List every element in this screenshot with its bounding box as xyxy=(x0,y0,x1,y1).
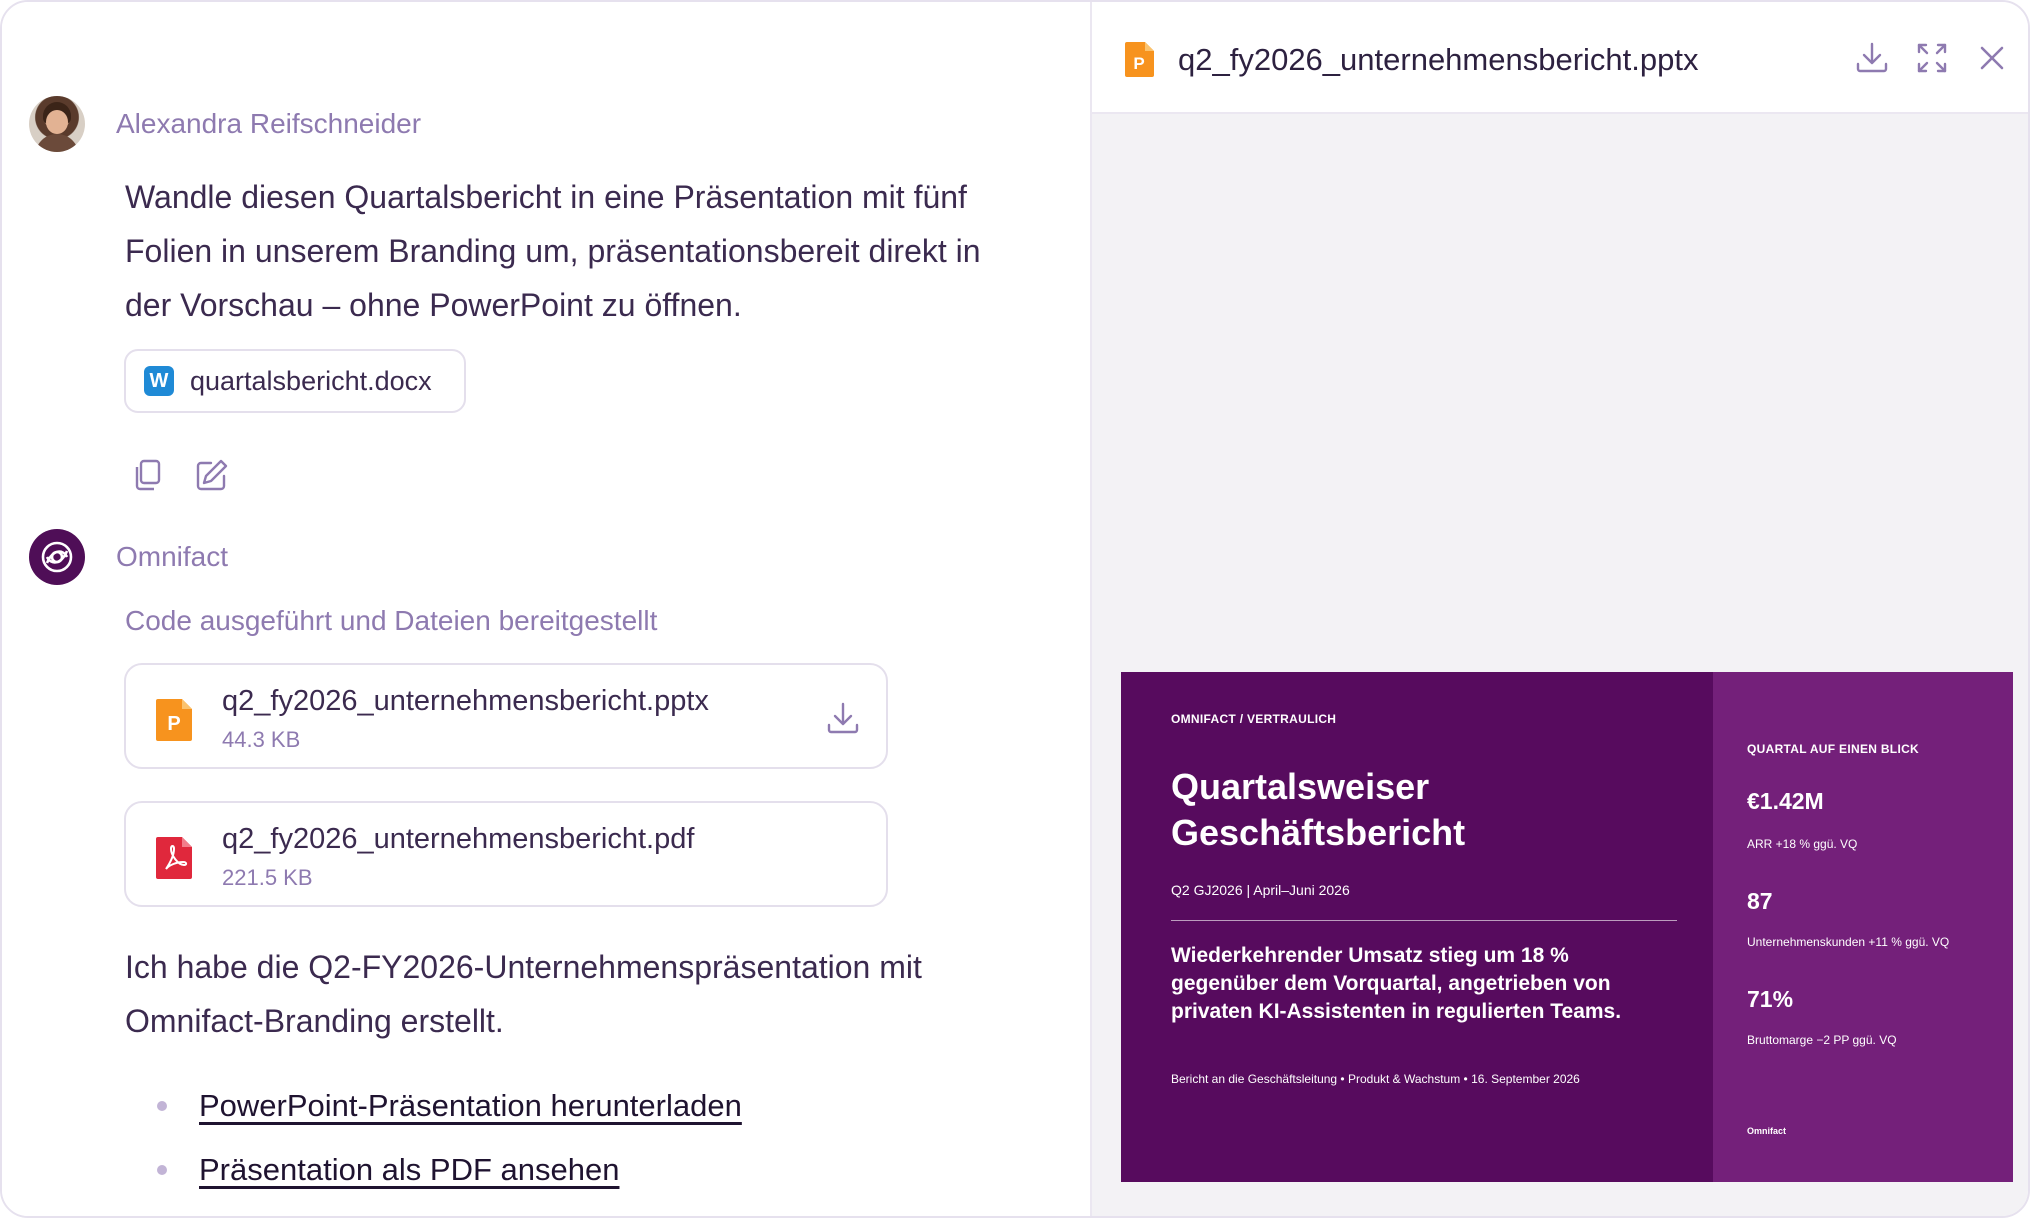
bullet xyxy=(157,1165,167,1175)
sidebar-heading: QUARTAL AUF EINEN BLICK xyxy=(1747,742,1920,756)
user-avatar xyxy=(29,96,85,152)
svg-text:P: P xyxy=(1133,54,1144,73)
download-icon[interactable] xyxy=(824,699,862,737)
bullet xyxy=(157,1101,167,1111)
copy-icon[interactable] xyxy=(130,457,166,493)
file-name: q2_fy2026_unternehmensbericht.pdf xyxy=(222,823,695,855)
preview-header: P q2_fy2026_unternehmensbericht.pptx xyxy=(1092,2,2028,114)
svg-text:P: P xyxy=(167,713,180,735)
word-file-icon: W xyxy=(144,366,174,396)
slide-footer: Bericht an die Geschäftsleitung • Produk… xyxy=(1171,1072,1580,1086)
link-list: PowerPoint-Präsentation herunterladen Pr… xyxy=(157,1074,742,1202)
file-size: 44.3 KB xyxy=(222,727,301,752)
file-name: q2_fy2026_unternehmensbericht.pptx xyxy=(222,685,709,717)
metric-value: 87 xyxy=(1747,888,1773,914)
attachment-name: quartalsbericht.docx xyxy=(190,365,432,396)
file-size: 221.5 KB xyxy=(222,865,313,890)
user-name: Alexandra Reifschneider xyxy=(116,108,422,139)
slide-preview: OMNIFACT / VERTRAULICH Quartalsweiser Ge… xyxy=(1121,672,2013,1182)
preview-panel: P q2_fy2026_unternehmensbericht.pptx OMN… xyxy=(1092,2,2028,1216)
user-message: Wandle diesen Quartalsbericht in eine Pr… xyxy=(125,179,981,323)
bot-name: Omnifact xyxy=(116,541,229,572)
slide-sidebar: QUARTAL AUF EINEN BLICK €1.42M ARR +18 %… xyxy=(1713,672,2013,1182)
slide-subtitle: Q2 GJ2026 | April–Juni 2026 xyxy=(1171,882,1350,898)
list-item: PowerPoint-Präsentation herunterladen xyxy=(157,1074,742,1138)
slide-body: Wiederkehrender Umsatz stieg um 18 % geg… xyxy=(1171,944,1622,1023)
metric-value: 71% xyxy=(1747,986,1794,1012)
slide-main: OMNIFACT / VERTRAULICH Quartalsweiser Ge… xyxy=(1121,672,1713,1182)
preview-title: q2_fy2026_unternehmensbericht.pptx xyxy=(1178,42,1699,77)
metric-caption: ARR +18 % ggü. VQ xyxy=(1747,837,1858,851)
view-pdf-link[interactable]: Präsentation als PDF ansehen xyxy=(199,1152,619,1188)
slide-tag: OMNIFACT / VERTRAULICH xyxy=(1171,712,1337,726)
metric-caption: Unternehmenskunden +11 % ggü. VQ xyxy=(1747,935,1950,949)
pdf-icon xyxy=(154,833,196,881)
metric-caption: Bruttomarge −2 PP ggü. VQ xyxy=(1747,1033,1897,1047)
close-icon[interactable] xyxy=(1974,40,2010,76)
slide-title: Quartalsweiser Geschäftsbericht xyxy=(1171,766,1466,853)
metric-value: €1.42M xyxy=(1747,788,1824,814)
execution-status: Code ausgeführt und Dateien bereitgestel… xyxy=(125,605,658,636)
pptx-icon: P xyxy=(154,695,196,743)
file-card-pdf[interactable]: q2_fy2026_unternehmensbericht.pdf 221.5 … xyxy=(124,801,888,907)
list-item: Präsentation als PDF ansehen xyxy=(157,1138,742,1202)
edit-icon[interactable] xyxy=(194,457,230,493)
download-icon[interactable] xyxy=(1854,40,1890,76)
chat-panel: Alexandra Reifschneider Wandle diesen Qu… xyxy=(2,2,1090,1216)
download-pptx-link[interactable]: PowerPoint-Präsentation herunterladen xyxy=(199,1088,742,1124)
omnifact-avatar xyxy=(29,529,85,585)
app-window: Alexandra Reifschneider Wandle diesen Qu… xyxy=(0,0,2030,1218)
slide-divider xyxy=(1171,920,1677,921)
file-card-pptx[interactable]: P q2_fy2026_unternehmensbericht.pptx 44.… xyxy=(124,663,888,769)
pptx-icon: P xyxy=(1124,40,1156,78)
expand-icon[interactable] xyxy=(1914,40,1950,76)
bot-message: Ich habe die Q2-FY2026-Unternehmenspräse… xyxy=(125,949,922,1039)
slide-brand: Omnifact xyxy=(1747,1126,1787,1136)
attachment-chip[interactable]: W quartalsbericht.docx xyxy=(124,349,466,413)
